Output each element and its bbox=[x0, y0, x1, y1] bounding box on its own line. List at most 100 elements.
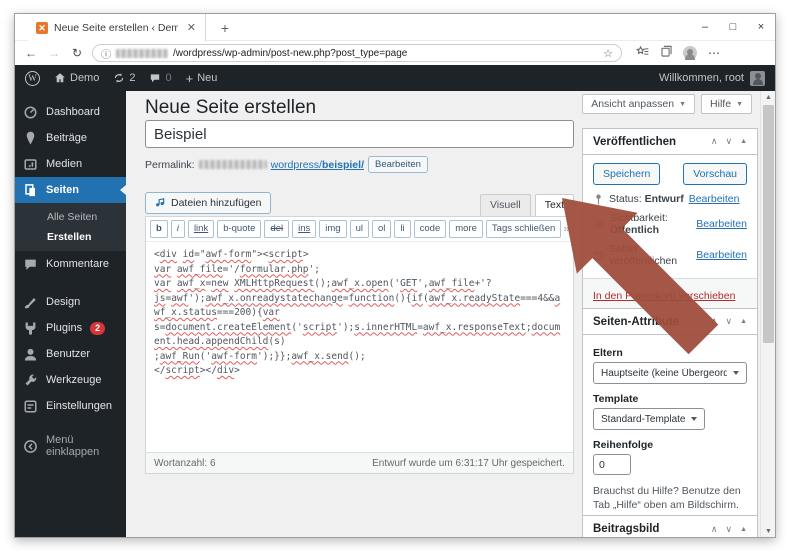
quicktag-more-button[interactable]: more bbox=[449, 220, 483, 238]
sidebar-item-appearance[interactable]: Design bbox=[15, 289, 126, 315]
permalink-link[interactable]: wordpress/beispiel/ bbox=[271, 159, 364, 171]
sidebar-item-comments[interactable]: Kommentare bbox=[15, 251, 126, 277]
sidebar-item-pages[interactable]: Seiten bbox=[15, 177, 126, 203]
new-tab-button[interactable]: + bbox=[215, 18, 235, 38]
quicktag-li-button[interactable]: li bbox=[394, 220, 410, 238]
quicktag-bquote-button[interactable]: b-quote bbox=[217, 220, 261, 238]
plugins-update-badge: 2 bbox=[90, 322, 105, 335]
redacted-permalink-domain bbox=[199, 160, 267, 169]
browser-tabstrip: ✕ Neue Seite erstellen ‹ Demo — W ✕ + – … bbox=[15, 14, 775, 41]
reload-icon[interactable]: ↻ bbox=[69, 46, 85, 60]
quicktag-ul-button[interactable]: ul bbox=[350, 220, 369, 238]
quicktag-del-button[interactable]: del bbox=[264, 220, 289, 238]
admin-bar-updates[interactable]: 2 bbox=[113, 72, 135, 84]
preview-button[interactable]: Vorschau bbox=[683, 163, 747, 185]
scroll-down-icon[interactable]: ▼ bbox=[761, 525, 776, 538]
favorites-bar-icon[interactable] bbox=[635, 45, 649, 61]
dashboard-icon bbox=[23, 105, 38, 120]
plugin-icon bbox=[23, 321, 38, 336]
back-icon[interactable]: ← bbox=[23, 46, 39, 60]
sidebar-collapse-menu[interactable]: Menü einklappen bbox=[15, 433, 126, 459]
move-down-icon[interactable]: ∨ bbox=[725, 316, 732, 327]
page-info-icon[interactable]: ⓘ bbox=[101, 46, 111, 61]
panel-toggle-icon[interactable]: ▲ bbox=[740, 318, 747, 325]
panel-toggle-icon[interactable]: ▲ bbox=[740, 526, 747, 533]
window-minimize-button[interactable]: – bbox=[691, 14, 719, 40]
scroll-up-icon[interactable]: ▲ bbox=[761, 91, 776, 104]
template-select[interactable]: Standard-Template bbox=[593, 408, 705, 430]
quicktag-bold-button[interactable]: b bbox=[150, 220, 168, 238]
panel-toggle-icon[interactable]: ▲ bbox=[740, 138, 747, 145]
scrollbar-thumb[interactable] bbox=[763, 105, 774, 343]
page-title: Neue Seite erstellen bbox=[145, 97, 316, 119]
browser-tab[interactable]: ✕ Neue Seite erstellen ‹ Demo — W ✕ bbox=[28, 14, 206, 41]
parent-label: Eltern bbox=[593, 347, 747, 359]
parent-select[interactable]: Hauptseite (keine Übergeordnete) bbox=[593, 362, 747, 384]
quicktag-close-tags-button[interactable]: Tags schließen bbox=[486, 220, 561, 238]
code-area[interactable]: <div id="awf-form"><script>var awf_file=… bbox=[146, 242, 573, 452]
quicktag-code-button[interactable]: code bbox=[414, 220, 447, 238]
wp-admin-bar: W Demo 2 0 + Neu Willkommen, root bbox=[15, 65, 775, 91]
sidebar-item-settings[interactable]: Einstellungen bbox=[15, 393, 126, 419]
media-icon bbox=[23, 157, 38, 172]
quicktag-img-button[interactable]: img bbox=[319, 220, 346, 238]
sidebar-item-tools[interactable]: Werkzeuge bbox=[15, 367, 126, 393]
sidebar-item-users[interactable]: Benutzer bbox=[15, 341, 126, 367]
page-scrollbar[interactable]: ▲ ▼ bbox=[760, 91, 775, 538]
order-input[interactable] bbox=[593, 454, 631, 475]
user-avatar[interactable] bbox=[750, 71, 765, 86]
quicktag-italic-button[interactable]: i bbox=[171, 220, 185, 238]
move-up-icon[interactable]: ∧ bbox=[711, 524, 718, 535]
admin-bar-welcome[interactable]: Willkommen, root bbox=[659, 72, 744, 84]
collections-icon[interactable] bbox=[659, 45, 673, 61]
permalink-edit-button[interactable]: Bearbeiten bbox=[368, 156, 428, 173]
move-down-icon[interactable]: ∨ bbox=[725, 136, 732, 147]
quicktag-link-button[interactable]: link bbox=[188, 220, 214, 238]
forward-icon: → bbox=[46, 46, 62, 60]
admin-bar-new[interactable]: + Neu bbox=[186, 71, 218, 86]
sidebar-item-dashboard[interactable]: Dashboard bbox=[15, 99, 126, 125]
wordcount-value: 6 bbox=[210, 458, 216, 469]
quicktag-ol-button[interactable]: ol bbox=[372, 220, 391, 238]
move-up-icon[interactable]: ∧ bbox=[711, 316, 718, 327]
wordpress-logo-icon[interactable]: W bbox=[25, 71, 40, 86]
add-media-button[interactable]: Dateien hinzufügen bbox=[145, 192, 271, 214]
move-up-icon[interactable]: ∧ bbox=[711, 136, 718, 147]
edit-visibility-link[interactable]: Bearbeiten bbox=[696, 218, 747, 230]
featured-image-panel: Beitragsbild ∧ ∨ ▲ bbox=[582, 515, 758, 538]
sidebar-item-posts[interactable]: Beiträge bbox=[15, 125, 126, 151]
autosave-status: Entwurf wurde um 6:31:17 Uhr gespeichert… bbox=[372, 458, 565, 469]
tab-close-icon[interactable]: ✕ bbox=[184, 21, 199, 34]
window-close-button[interactable]: × bbox=[747, 14, 775, 40]
quicktag-ins-button[interactable]: ins bbox=[292, 220, 316, 238]
browser-profile-avatar[interactable] bbox=[683, 46, 697, 60]
fullscreen-icon[interactable] bbox=[564, 222, 569, 236]
visibility-eye-icon bbox=[593, 218, 605, 230]
permalink-label: Permalink: bbox=[145, 159, 195, 171]
browser-menu-icon[interactable]: ⋯ bbox=[707, 46, 721, 60]
save-draft-button[interactable]: Speichern bbox=[593, 163, 660, 185]
admin-bar-site[interactable]: Demo bbox=[54, 72, 99, 84]
submenu-all-pages[interactable]: Alle Seiten bbox=[15, 207, 126, 227]
move-to-trash-link[interactable]: In den Papierkorb verschieben bbox=[593, 290, 735, 302]
edit-schedule-link[interactable]: Bearbeiten bbox=[696, 249, 747, 261]
move-down-icon[interactable]: ∨ bbox=[725, 524, 732, 535]
tab-text-editor[interactable]: Text bbox=[535, 194, 574, 216]
chevron-down-icon bbox=[733, 371, 739, 375]
comments-icon bbox=[23, 257, 38, 272]
sidebar-item-plugins[interactable]: Plugins 2 bbox=[15, 315, 126, 341]
template-label: Template bbox=[593, 393, 747, 405]
tab-visual-editor[interactable]: Visuell bbox=[480, 194, 531, 216]
favorite-star-icon[interactable]: ☆ bbox=[603, 47, 613, 60]
page-attributes-panel: Seiten-Attribute ∧ ∨ ▲ Eltern Hauptseite… bbox=[582, 308, 758, 521]
admin-bar-comments[interactable]: 0 bbox=[149, 72, 171, 84]
window-maximize-button[interactable]: □ bbox=[719, 14, 747, 40]
address-bar[interactable]: ⓘ /wordpress/wp-admin/post-new.php?post_… bbox=[92, 44, 622, 62]
sidebar-item-media[interactable]: Medien bbox=[15, 151, 126, 177]
users-icon bbox=[23, 347, 38, 362]
post-title-input[interactable] bbox=[145, 120, 574, 148]
redacted-domain bbox=[116, 49, 168, 58]
submenu-add-new[interactable]: Erstellen bbox=[15, 227, 126, 247]
edit-status-link[interactable]: Bearbeiten bbox=[689, 193, 740, 205]
sidebar-panels: Veröffentlichen ∧ ∨ ▲ Speichern Vorschau bbox=[582, 91, 758, 538]
